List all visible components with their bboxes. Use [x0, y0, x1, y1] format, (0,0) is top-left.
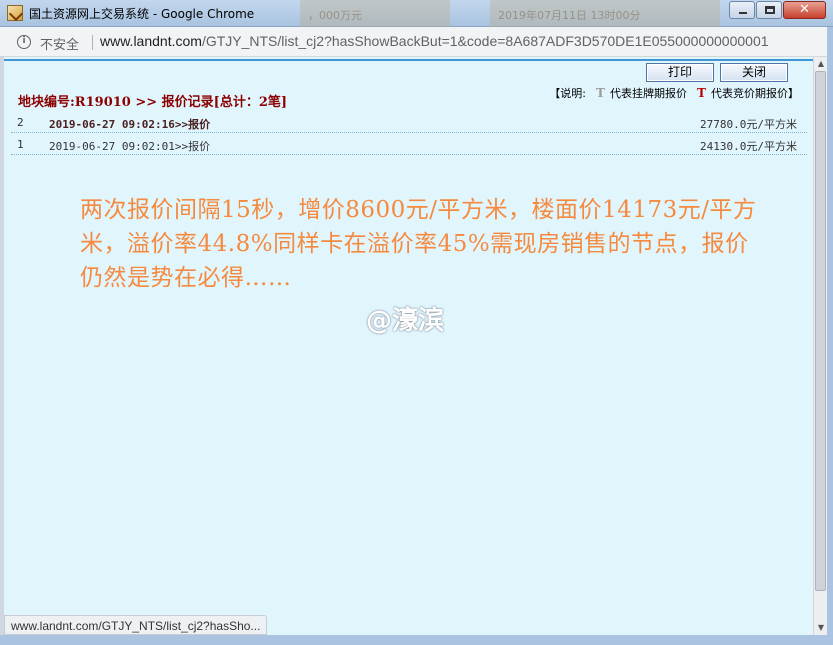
watermark: @濠滨: [366, 306, 445, 336]
minimize-icon: [739, 12, 747, 14]
record-number: 2: [17, 116, 24, 129]
top-divider: [4, 59, 813, 61]
annotation-text: 两次报价间隔15秒，增价8600元/平方米，楼面价14173元/平方米，溢价率4…: [80, 197, 757, 291]
close-window-button[interactable]: ✕: [783, 1, 826, 19]
print-button[interactable]: 打印: [646, 63, 714, 82]
legend-auction-label: 代表竞价期报价】: [711, 87, 799, 100]
record-time: 2019-06-27 09:02:01>>报价: [49, 140, 211, 153]
window-frame: [827, 27, 833, 645]
info-icon[interactable]: i: [17, 35, 31, 49]
background-tab: ，000万元: [300, 0, 450, 27]
status-bubble: www.landnt.com/GTJY_NTS/list_cj2?hasSho.…: [4, 615, 268, 635]
title-bar: 国土资源网上交易系统 - Google Chrome ，000万元 2019年0…: [0, 0, 833, 27]
url-path: /GTJY_NTS/list_cj2?hasShowBackBut=1&code…: [201, 33, 769, 49]
record-number: 1: [17, 138, 24, 151]
window-frame-bottom: [0, 635, 833, 645]
table-row: 1 2019-06-27 09:02:01>>报价 24130.0元/平方米: [11, 133, 807, 155]
maximize-button[interactable]: [756, 1, 782, 19]
window-title: 国土资源网上交易系统 - Google Chrome: [29, 7, 255, 21]
maximize-icon: [765, 6, 775, 14]
page-content: 打印 关闭 地块编号:R19010 >> 报价记录[总计：2笔] 【说明: T …: [4, 57, 813, 635]
address-bar: i 不安全 www.landnt.com/GTJY_NTS/list_cj2?h…: [0, 27, 833, 57]
window-controls: ✕: [729, 1, 826, 19]
url-field[interactable]: www.landnt.com/GTJY_NTS/list_cj2?hasShow…: [100, 33, 769, 49]
vertical-scrollbar[interactable]: ▲ ▼: [813, 57, 827, 635]
minimize-button[interactable]: [729, 1, 755, 19]
close-icon: ✕: [799, 2, 810, 17]
scroll-down-icon[interactable]: ▼: [814, 621, 828, 635]
security-label[interactable]: 不安全: [40, 34, 79, 53]
listing-period-icon: T: [596, 86, 605, 100]
record-time: 2019-06-27 09:02:16>>报价: [49, 118, 211, 131]
page-title: 地块编号:R19010 >> 报价记录[总计：2笔]: [18, 95, 288, 110]
record-price: 24130.0元/平方米: [700, 140, 797, 153]
auction-period-icon: T: [697, 86, 706, 100]
legend-prefix: 【说明:: [549, 87, 586, 100]
app-icon: [7, 5, 23, 21]
background-tab: 2019年07月11日 13时00分: [490, 0, 720, 27]
scroll-up-icon[interactable]: ▲: [814, 57, 828, 71]
url-host: www.landnt.com: [100, 33, 202, 49]
legend-listing-label: 代表挂牌期报价: [610, 87, 687, 100]
legend: 【说明: T 代表挂牌期报价 T 代表竞价期报价】: [549, 85, 799, 101]
record-price: 27780.0元/平方米: [700, 118, 797, 131]
background-tabs: ，000万元 2019年07月11日 13时00分: [300, 0, 720, 27]
close-button[interactable]: 关闭: [720, 63, 788, 82]
address-separator: [92, 35, 93, 50]
scroll-thumb[interactable]: [815, 71, 826, 591]
bid-records-table: 2 2019-06-27 09:02:16>>报价 27780.0元/平方米 1…: [11, 111, 807, 155]
table-row: 2 2019-06-27 09:02:16>>报价 27780.0元/平方米: [11, 111, 807, 133]
